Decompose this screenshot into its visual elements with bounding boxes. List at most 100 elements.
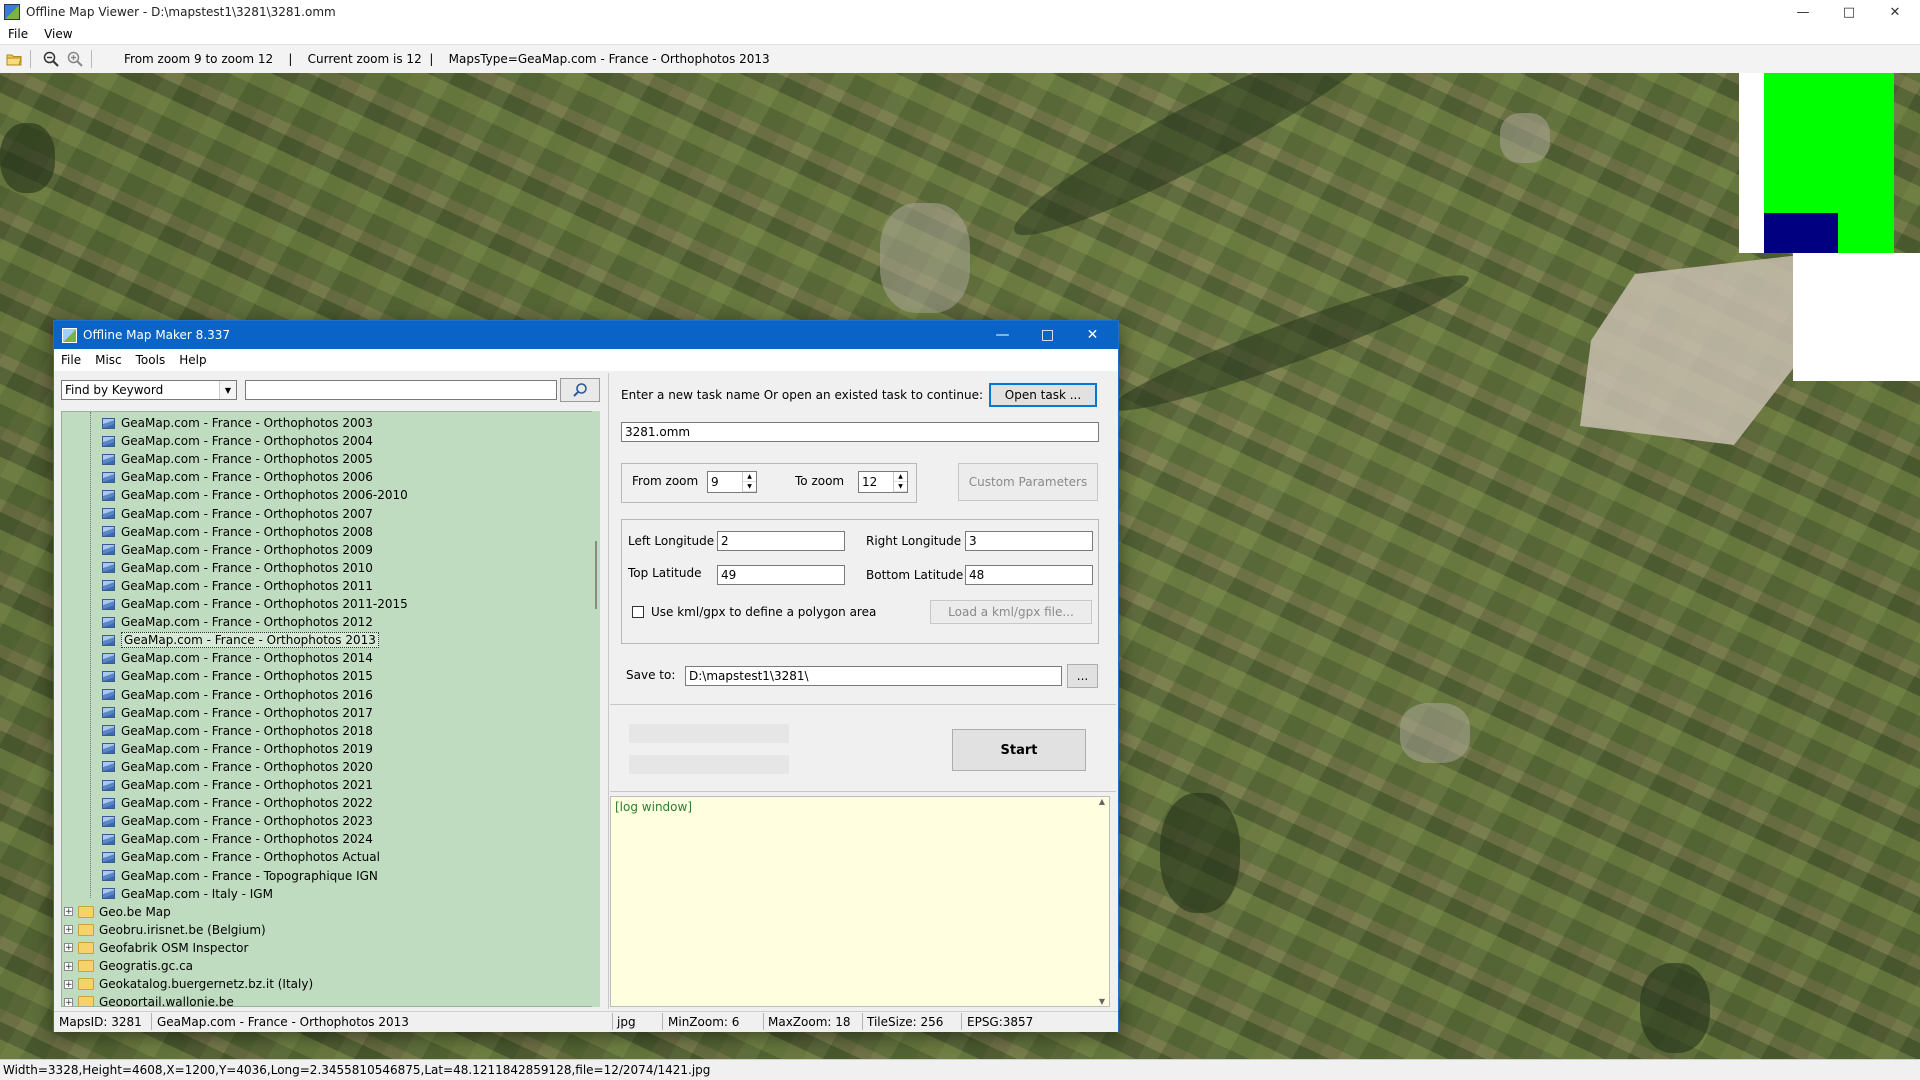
tree-folder-item[interactable]: + Geokatalog.buergernetz.bz.it (Italy) — [64, 975, 313, 993]
expand-icon[interactable]: + — [64, 907, 73, 917]
tree-scroll-thumb[interactable] — [595, 541, 597, 609]
tree-map-item[interactable]: GeaMap.com - France - Orthophotos 2022 — [102, 794, 373, 812]
from-zoom-spinner[interactable]: 9 ▲ ▼ — [707, 471, 757, 493]
tree-folder-item[interactable]: + Geobru.irisnet.be (Belgium) — [64, 921, 266, 939]
use-kml-checkbox[interactable] — [632, 606, 644, 618]
map-layer-icon — [102, 435, 115, 447]
folder-open-icon[interactable] — [4, 49, 24, 69]
expand-icon[interactable]: + — [64, 961, 73, 971]
dialog-menu-bar: File Misc Tools Help — [54, 349, 1118, 371]
pane-divider — [608, 373, 609, 1009]
tree-map-item[interactable]: GeaMap.com - France - Orthophotos 2004 — [102, 432, 373, 450]
close-button[interactable]: ✕ — [1872, 0, 1918, 24]
dialog-menu-help[interactable]: Help — [172, 353, 213, 367]
folder-icon — [78, 941, 94, 954]
dialog-maximize-button[interactable]: □ — [1025, 321, 1070, 349]
log-scrollbar[interactable]: ▲ ▼ — [1095, 797, 1109, 1006]
tree-map-item[interactable]: GeaMap.com - France - Orthophotos 2006-2… — [102, 486, 408, 504]
tree-map-item[interactable]: GeaMap.com - France - Orthophotos 2010 — [102, 559, 373, 577]
tree-map-item[interactable]: GeaMap.com - France - Orthophotos 2003 — [102, 414, 373, 432]
map-type-tree[interactable]: GeaMap.com - France - Orthophotos 2003 Ge… — [61, 411, 600, 1007]
status-separator — [612, 1013, 613, 1030]
spin-down-icon[interactable]: ▼ — [894, 482, 907, 492]
expand-icon[interactable]: + — [64, 925, 73, 935]
keyword-search-input[interactable] — [245, 380, 557, 400]
search-button[interactable] — [560, 378, 600, 402]
tree-map-item[interactable]: GeaMap.com - France - Orthophotos 2021 — [102, 776, 373, 794]
zoom-out-icon[interactable] — [41, 49, 61, 69]
chevron-down-icon[interactable]: ▼ — [219, 381, 236, 399]
tree-map-item[interactable]: GeaMap.com - France - Orthophotos 2023 — [102, 812, 373, 830]
tree-folder-item[interactable]: + Geoportail.wallonie.be — [64, 993, 234, 1006]
top-latitude-input[interactable]: 49 — [717, 565, 845, 585]
start-button[interactable]: Start — [952, 729, 1086, 771]
search-mode-select[interactable]: Find by Keyword ▼ — [61, 380, 237, 400]
scroll-up-icon[interactable]: ▲ — [1099, 797, 1105, 806]
scroll-down-icon[interactable]: ▼ — [1099, 997, 1105, 1006]
tree-map-item[interactable]: GeaMap.com - France - Orthophotos 2006 — [102, 468, 373, 486]
tree-map-item[interactable]: GeaMap.com - France - Topographique IGN — [102, 867, 378, 885]
tree-map-item[interactable]: GeaMap.com - France - Orthophotos 2024 — [102, 830, 373, 848]
load-kml-button[interactable]: Load a kml/gpx file... — [930, 600, 1092, 624]
minimize-button[interactable]: — — [1780, 0, 1826, 24]
tree-folder-item[interactable]: + Geofabrik OSM Inspector — [64, 939, 248, 957]
tree-scrollbar[interactable] — [592, 411, 600, 1007]
tree-map-item[interactable]: GeaMap.com - France - Orthophotos 2008 — [102, 523, 373, 541]
tree-map-label: GeaMap.com - France - Orthophotos 2011 — [121, 578, 373, 593]
task-name-input[interactable]: 3281.omm — [621, 422, 1099, 442]
tree-map-item[interactable]: GeaMap.com - France - Orthophotos 2017 — [102, 704, 373, 722]
maximize-button[interactable]: □ — [1826, 0, 1872, 24]
tree-map-item[interactable]: GeaMap.com - France - Orthophotos 2015 — [102, 667, 373, 685]
expand-icon[interactable]: + — [64, 943, 73, 953]
browse-button[interactable]: ... — [1067, 664, 1098, 688]
bottom-latitude-input[interactable]: 48 — [965, 565, 1093, 585]
dialog-minimize-button[interactable]: — — [980, 321, 1025, 349]
save-path-input[interactable]: D:\mapstest1\3281\ — [685, 666, 1062, 686]
log-text: [log window] — [615, 800, 692, 814]
tree-map-label: GeaMap.com - France - Orthophotos 2005 — [121, 452, 373, 467]
to-zoom-spinner[interactable]: 12 ▲ ▼ — [858, 471, 908, 493]
tree-map-item[interactable]: GeaMap.com - France - Orthophotos 2012 — [102, 613, 373, 631]
zoom-in-icon[interactable] — [65, 49, 85, 69]
tree-map-item[interactable]: GeaMap.com - France - Orthophotos 2013 — [102, 631, 379, 649]
tree-map-item[interactable]: GeaMap.com - France - Orthophotos 2019 — [102, 740, 373, 758]
right-longitude-input[interactable]: 3 — [965, 531, 1093, 551]
tree-folder-item[interactable]: + Geo.be Map — [64, 903, 171, 921]
tree-folder-item[interactable]: + Geogratis.gc.ca — [64, 957, 193, 975]
spin-down-icon[interactable]: ▼ — [743, 482, 756, 492]
tree-map-item[interactable]: GeaMap.com - France - Orthophotos 2020 — [102, 758, 373, 776]
map-layer-icon — [102, 417, 115, 429]
tree-map-item[interactable]: GeaMap.com - Italy - IGM — [102, 885, 273, 903]
custom-parameters-button[interactable]: Custom Parameters — [958, 463, 1098, 501]
tree-map-item[interactable]: GeaMap.com - France - Orthophotos 2016 — [102, 686, 373, 704]
open-task-button[interactable]: Open task ... — [989, 383, 1097, 407]
dialog-menu-file[interactable]: File — [54, 353, 88, 367]
map-layer-icon — [102, 526, 115, 538]
folder-icon — [78, 960, 94, 972]
tree-map-item[interactable]: GeaMap.com - France - Orthophotos 2011 — [102, 577, 373, 595]
tree-map-item[interactable]: GeaMap.com - France - Orthophotos 2014 — [102, 649, 373, 667]
left-longitude-input[interactable]: 2 — [717, 531, 845, 551]
tree-map-label: GeaMap.com - France - Orthophotos 2003 — [121, 416, 373, 430]
tree-map-item[interactable]: GeaMap.com - France - Orthophotos 2007 — [102, 505, 373, 523]
menu-view[interactable]: View — [36, 27, 80, 41]
tree-map-item[interactable]: GeaMap.com - France - Orthophotos 2018 — [102, 722, 373, 740]
map-town — [1400, 703, 1470, 763]
dialog-menu-misc[interactable]: Misc — [88, 353, 129, 367]
expand-icon[interactable]: + — [64, 997, 73, 1006]
expand-icon[interactable]: + — [64, 979, 73, 989]
map-layer-icon — [102, 634, 115, 646]
tree-map-item[interactable]: GeaMap.com - France - Orthophotos 2005 — [102, 450, 373, 468]
menu-file[interactable]: File — [0, 27, 36, 41]
tree-map-item[interactable]: GeaMap.com - France - Orthophotos 2011-2… — [102, 595, 408, 613]
dialog-menu-tools[interactable]: Tools — [129, 353, 173, 367]
dialog-close-button[interactable]: ✕ — [1070, 321, 1115, 349]
tree-map-item[interactable]: GeaMap.com - France - Orthophotos 2009 — [102, 541, 373, 559]
tree-map-label: GeaMap.com - France - Orthophotos 2004 — [121, 434, 373, 449]
toolbar-separator — [30, 50, 31, 68]
section-divider — [610, 704, 1116, 705]
spin-up-icon[interactable]: ▲ — [894, 472, 907, 482]
tree-map-item[interactable]: GeaMap.com - France - Orthophotos Actual — [102, 848, 380, 866]
spin-up-icon[interactable]: ▲ — [743, 472, 756, 482]
log-window[interactable]: [log window] ▲ ▼ — [610, 796, 1110, 1007]
